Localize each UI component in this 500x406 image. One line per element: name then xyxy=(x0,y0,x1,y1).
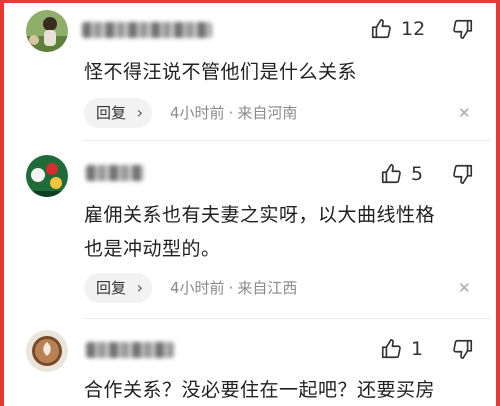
like-button[interactable]: 1 xyxy=(380,338,423,360)
dislike-button[interactable] xyxy=(452,18,474,40)
comment-location: 来自江西 xyxy=(237,279,298,297)
thumb-up-icon xyxy=(381,339,401,359)
comment-meta: 4小时前 · 来自江西 xyxy=(170,279,298,297)
comment-text-line: 也是冲动型的。 xyxy=(84,238,221,260)
like-button[interactable]: 5 xyxy=(380,163,423,185)
comment-item-3: 1 合作关系？没必要住在一起吧？还要买房 xyxy=(0,322,500,406)
comment-text: 怪不得汪说不管他们是什么关系 xyxy=(84,61,358,83)
dislike-button[interactable] xyxy=(452,338,474,360)
dislike-button[interactable] xyxy=(452,163,474,185)
thumb-up-icon xyxy=(371,19,391,39)
reply-label: 回复 xyxy=(96,104,127,122)
divider xyxy=(82,140,490,141)
reply-label: 回复 xyxy=(96,279,127,297)
avatar[interactable] xyxy=(26,155,68,197)
comment-text-line: 雇佣关系也有夫妻之实呀，以大曲线性格 xyxy=(84,204,436,226)
username-blurred[interactable] xyxy=(86,165,144,181)
comment-text: 合作关系？没必要住在一起吧？还要买房 xyxy=(84,379,436,401)
comment-item-1: 12 怪不得汪说不管他们是什么关系 回复 › 4小时前 · 来自河南 ✕ xyxy=(0,0,500,140)
reply-button[interactable]: 回复 › xyxy=(84,98,153,128)
comment-meta: 4小时前 · 来自河南 xyxy=(170,104,298,122)
comment-time: 4小时前 xyxy=(170,104,225,122)
username-blurred[interactable] xyxy=(86,342,174,358)
like-button[interactable]: 12 xyxy=(370,18,425,40)
billiards-photo-avatar xyxy=(26,155,68,197)
avatar[interactable] xyxy=(26,10,68,52)
garden-photo-avatar xyxy=(26,10,68,52)
comment-text: 雇佣关系也有夫妻之实呀，以大曲线性格 也是冲动型的。 xyxy=(84,201,435,263)
chevron-right-icon: › xyxy=(136,103,144,122)
like-count: 1 xyxy=(411,338,424,360)
reply-button[interactable]: 回复 › xyxy=(84,273,153,303)
username-blurred[interactable] xyxy=(82,22,212,38)
divider xyxy=(82,318,490,319)
chevron-right-icon: › xyxy=(136,278,144,297)
like-count: 12 xyxy=(401,18,426,40)
comment-location: 来自河南 xyxy=(237,104,298,122)
thumb-down-icon xyxy=(453,339,473,359)
thumb-up-icon xyxy=(381,164,401,184)
avatar[interactable] xyxy=(26,330,68,372)
thumb-down-icon xyxy=(453,164,473,184)
comment-item-2: 5 雇佣关系也有夫妻之实呀，以大曲线性格 也是冲动型的。 回复 › 4小时前 · 来… xyxy=(0,145,500,320)
comment-time: 4小时前 xyxy=(170,279,225,297)
coffee-latte-avatar xyxy=(26,330,68,372)
like-count: 5 xyxy=(411,163,424,185)
close-icon[interactable]: ✕ xyxy=(458,98,471,128)
thumb-down-icon xyxy=(453,19,473,39)
close-icon[interactable]: ✕ xyxy=(458,273,471,303)
